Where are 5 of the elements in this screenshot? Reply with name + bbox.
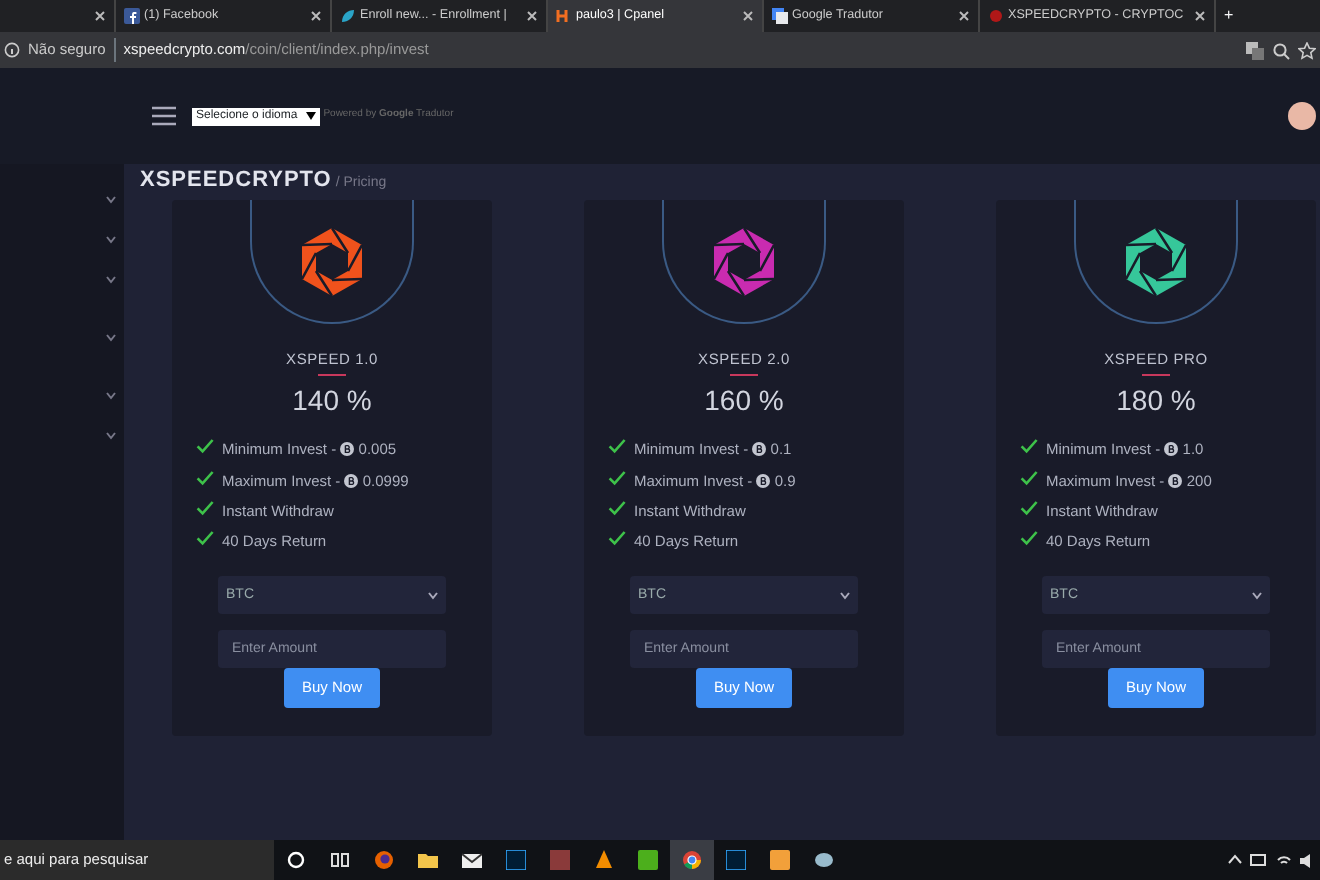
new-tab-button[interactable]: + — [1224, 4, 1234, 28]
plan-rate: 140 % — [292, 382, 372, 421]
plan-rate: 180 % — [1116, 382, 1196, 421]
page-title: XSPEEDCRYPTO — [140, 166, 332, 196]
plan-rate: 160 % — [704, 382, 784, 421]
